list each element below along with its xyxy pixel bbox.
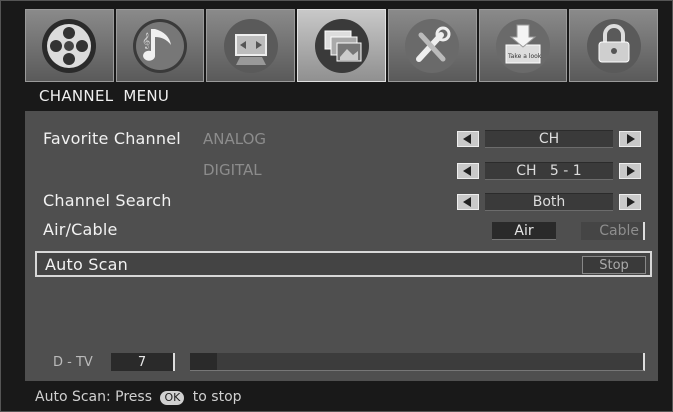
analog-label: ANALOG — [203, 130, 266, 148]
digital-next-button[interactable] — [619, 163, 641, 179]
digital-prev-button[interactable] — [457, 163, 479, 179]
picture-reel-icon — [42, 18, 97, 73]
arrow-right-icon — [627, 197, 635, 207]
channel-menu-panel: Favorite Channel ANALOG CH DIGITAL CH 5 … — [25, 111, 658, 381]
tools-icon — [405, 18, 460, 73]
take-a-look-icon: Take a look — [495, 18, 550, 73]
ok-key-icon: OK — [160, 391, 185, 405]
analog-channel-value: CH — [485, 130, 613, 148]
menu-tab-screen[interactable] — [206, 9, 296, 82]
arrow-right-icon — [627, 134, 635, 144]
breadcrumb-section: CHANNEL — [39, 87, 114, 105]
channel-search-label: Channel Search — [43, 191, 172, 210]
channel-icon — [314, 18, 369, 73]
footer-hint: Auto Scan: Press OK to stop — [35, 389, 242, 405]
menu-tab-take-a-look[interactable]: Take a look — [478, 9, 568, 82]
menu-tab-picture[interactable] — [25, 9, 114, 82]
analog-prev-button[interactable] — [457, 131, 479, 147]
menu-tab-lock[interactable] — [569, 9, 659, 82]
breadcrumb: CHANNEL MENU — [39, 87, 179, 105]
lock-icon — [586, 18, 641, 73]
dtv-label: D - TV — [53, 355, 93, 370]
menu-tab-setup[interactable] — [387, 9, 477, 82]
digital-channel-value: CH 5 - 1 — [485, 162, 613, 180]
air-cable-label: Air/Cable — [43, 220, 118, 239]
stop-button[interactable]: Stop — [582, 256, 646, 274]
scan-channel-number: 7 — [111, 353, 175, 371]
footer-text-after: to stop — [192, 389, 242, 405]
auto-scan-label: Auto Scan — [45, 255, 128, 274]
arrow-left-icon — [463, 166, 471, 176]
menu-tab-audio[interactable]: 𝄞 — [115, 9, 205, 82]
footer-text-before: Auto Scan: Press — [35, 389, 153, 405]
top-icon-bar: 𝄞 Take a look — [25, 9, 659, 82]
search-next-button[interactable] — [619, 194, 641, 210]
breadcrumb-page: MENU — [123, 87, 170, 105]
cable-option-button[interactable]: Cable — [581, 222, 645, 240]
menu-tab-channel[interactable] — [297, 9, 386, 82]
tv-menu-screen: 𝄞 Take a look CHANNEL MENU Favorite Chan… — [0, 0, 673, 412]
channel-search-value: Both — [485, 193, 613, 211]
analog-next-button[interactable] — [619, 131, 641, 147]
digital-label: DIGITAL — [203, 161, 262, 179]
screen-adjust-icon — [223, 18, 278, 73]
svg-text:𝄞: 𝄞 — [142, 33, 150, 49]
favorite-channel-label: Favorite Channel — [43, 129, 181, 148]
scan-progress-bar — [190, 353, 645, 371]
arrow-left-icon — [463, 134, 471, 144]
search-prev-button[interactable] — [457, 194, 479, 210]
scan-progress-fill — [190, 353, 218, 370]
arrow-right-icon — [627, 166, 635, 176]
take-a-look-caption: Take a look — [507, 53, 542, 60]
arrow-left-icon — [463, 197, 471, 207]
music-note-icon: 𝄞 — [133, 18, 188, 73]
air-option-button[interactable]: Air — [492, 222, 556, 240]
